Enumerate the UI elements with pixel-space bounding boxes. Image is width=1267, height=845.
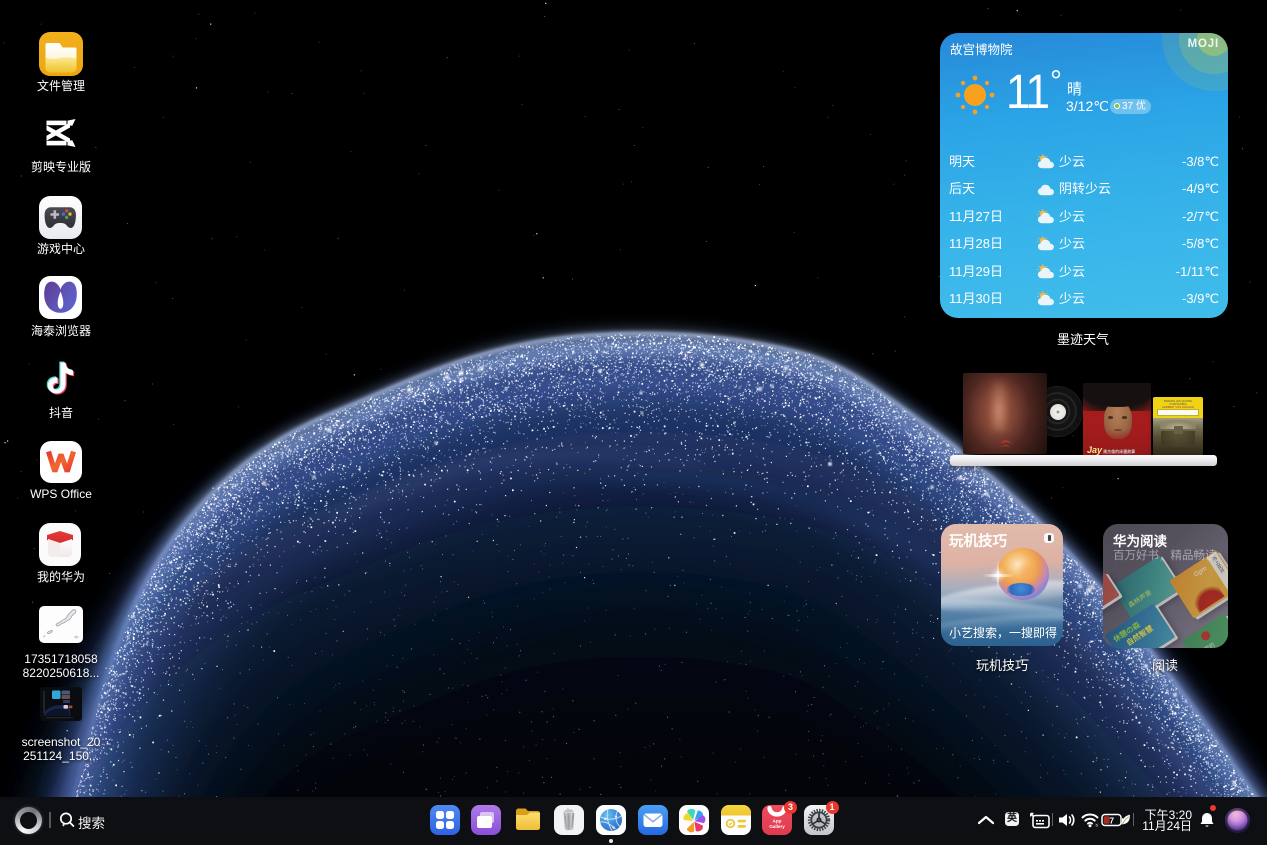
svg-text:Gallery: Gallery — [770, 824, 786, 829]
svg-text:App: App — [773, 819, 782, 824]
svg-text:7: 7 — [1109, 816, 1114, 826]
